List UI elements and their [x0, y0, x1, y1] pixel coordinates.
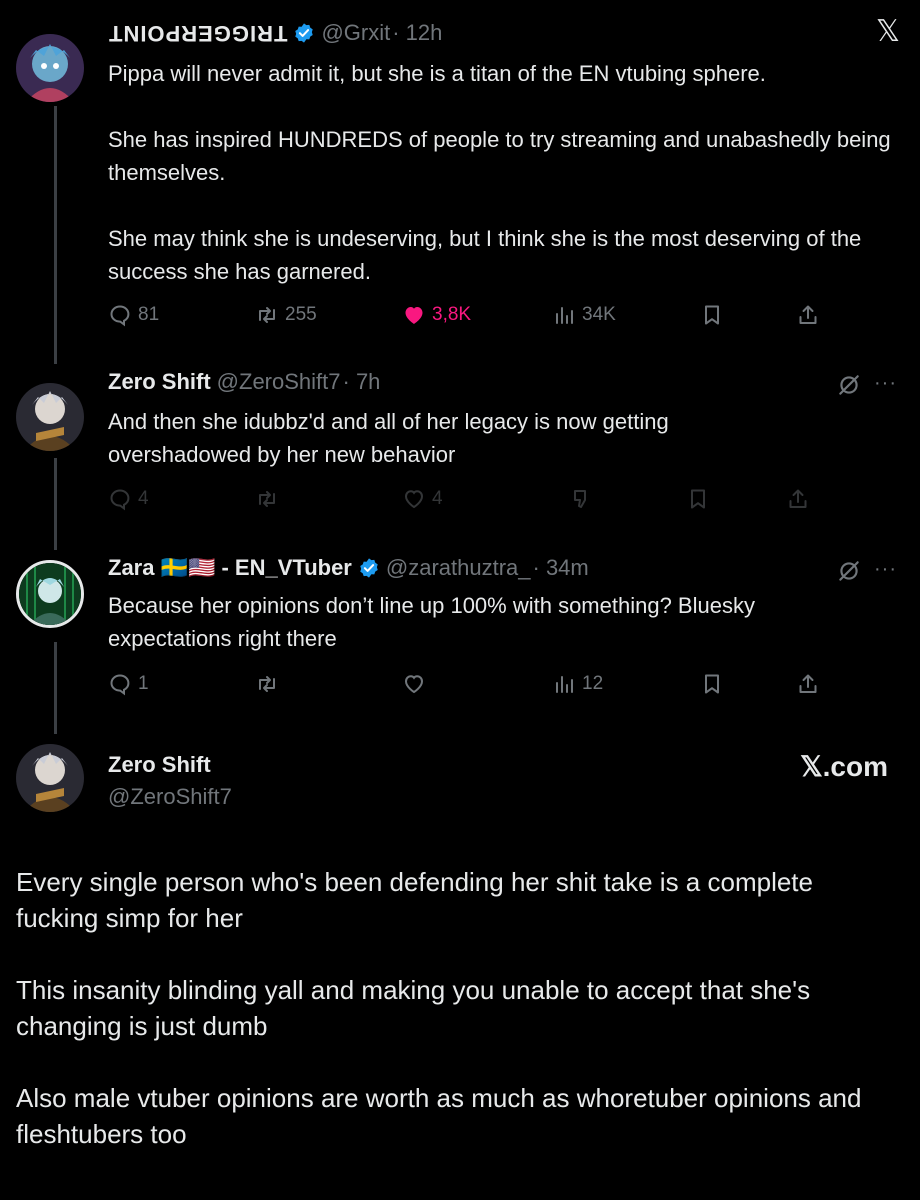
bookmark-button[interactable]: [686, 487, 710, 511]
verified-badge-icon: [295, 23, 314, 43]
reply-button[interactable]: 81: [108, 303, 159, 327]
like-count: 4: [432, 488, 443, 509]
bookmark-button[interactable]: [700, 303, 724, 327]
repost-count: 255: [285, 304, 317, 325]
reply-icon: [110, 489, 130, 511]
reply-button[interactable]: 4: [108, 487, 149, 511]
verified-badge-icon: [360, 558, 378, 578]
views-icon: [556, 676, 573, 693]
grok-icon[interactable]: [836, 558, 862, 584]
views-count: 12: [582, 673, 604, 694]
reply-count: 81: [138, 304, 160, 325]
timestamp[interactable]: · 7h: [343, 369, 381, 395]
thread-line: [54, 642, 57, 734]
repost-icon: [259, 491, 275, 507]
like-button[interactable]: 3,8K: [402, 303, 471, 327]
thread-line: [54, 106, 57, 364]
avatar[interactable]: [16, 383, 84, 451]
views-button[interactable]: 12: [552, 672, 603, 696]
author-handle[interactable]: @ZeroShift7: [217, 369, 341, 395]
share-button[interactable]: [796, 672, 820, 696]
more-options-icon[interactable]: ···: [874, 558, 897, 581]
avatar[interactable]: [16, 744, 84, 812]
reply-button[interactable]: 1: [108, 672, 149, 696]
views-button[interactable]: 34K: [552, 303, 616, 327]
share-button[interactable]: [786, 487, 810, 511]
share-button[interactable]: [796, 303, 820, 327]
tweet-text: Pippa will never admit it, but she is a …: [108, 61, 891, 284]
repost-icon: [259, 307, 275, 323]
thread-line: [54, 458, 57, 550]
bookmark-button[interactable]: [700, 672, 724, 696]
reply-icon: [110, 305, 130, 327]
views-count: 34K: [582, 304, 616, 325]
more-options-icon[interactable]: ···: [874, 372, 897, 395]
repost-button[interactable]: [255, 487, 279, 511]
share-icon: [799, 305, 817, 324]
author-name[interactable]: TRIGGERPOINT: [108, 20, 287, 46]
bookmark-icon: [705, 305, 719, 325]
close-icon[interactable]: 𝕏: [876, 14, 900, 49]
author-handle[interactable]: @ZeroShift7: [108, 784, 232, 810]
reply-count: 4: [138, 488, 149, 509]
bookmark-icon: [705, 674, 719, 694]
grok-icon[interactable]: [836, 372, 862, 398]
avatar[interactable]: [16, 34, 84, 102]
like-count: 3,8K: [432, 304, 472, 325]
x-brand-logo: 𝕏.com: [800, 751, 888, 782]
repost-icon: [259, 676, 275, 692]
bookmark-icon: [691, 489, 705, 509]
share-icon: [789, 489, 807, 508]
tweet-text: Because her opinions don’t line up 100% …: [108, 593, 755, 651]
views-icon: [556, 307, 573, 324]
like-button[interactable]: [402, 672, 426, 696]
timestamp[interactable]: · 34m: [533, 555, 589, 581]
heart-filled-icon: [405, 307, 423, 324]
tweet-text: And then she idubbz'd and all of her leg…: [108, 409, 669, 467]
heart-icon: [404, 490, 424, 509]
author-name[interactable]: Zero Shift: [108, 752, 211, 778]
repost-button[interactable]: 255: [255, 303, 317, 327]
author-handle[interactable]: @zarathuztra_: [386, 555, 531, 581]
share-icon: [799, 674, 817, 693]
author-name[interactable]: Zero Shift: [108, 369, 211, 395]
author-handle[interactable]: @Grxit: [321, 20, 390, 46]
repost-button[interactable]: [255, 672, 279, 696]
author-name[interactable]: Zara 🇸🇪🇺🇸 - EN_VTuber: [108, 555, 352, 581]
like-button[interactable]: 4: [402, 487, 443, 511]
avatar[interactable]: [16, 560, 84, 628]
reply-icon: [110, 674, 130, 696]
downvote-icon: [574, 490, 586, 508]
reply-count: 1: [138, 673, 149, 694]
embedded-post-text: Every single person who's been defending…: [16, 867, 862, 1149]
timestamp[interactable]: · 12h: [392, 20, 442, 46]
downvote-button[interactable]: [568, 487, 592, 511]
heart-icon: [404, 675, 424, 694]
